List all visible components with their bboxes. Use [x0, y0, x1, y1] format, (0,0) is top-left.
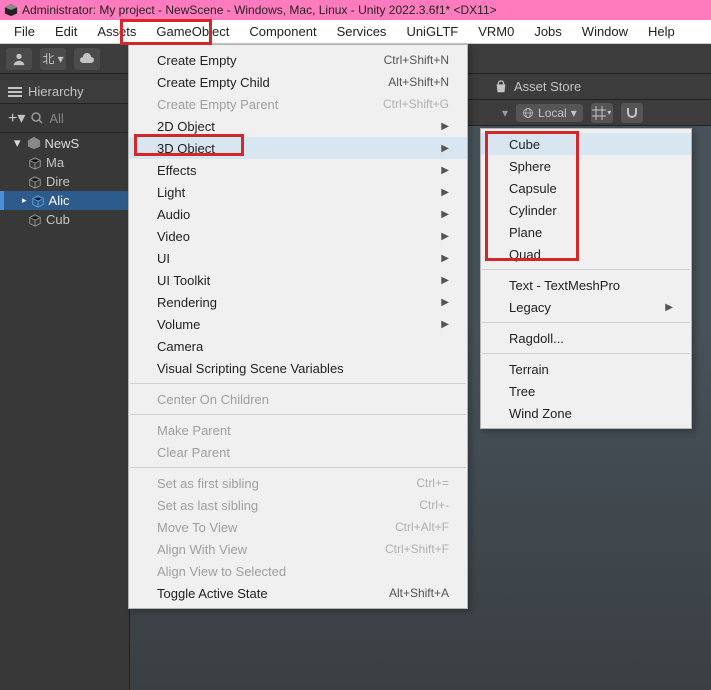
menu-unigltf[interactable]: UniGLTF	[396, 21, 468, 42]
gameobject-menu: Create EmptyCtrl+Shift+N Create Empty Ch…	[128, 44, 468, 609]
menu-tree[interactable]: Tree	[481, 380, 691, 402]
menu-2d-object[interactable]: 2D Object▶	[129, 115, 467, 137]
menu-jobs[interactable]: Jobs	[524, 21, 571, 42]
menu-create-empty-child[interactable]: Create Empty ChildAlt+Shift+N	[129, 71, 467, 93]
cursor-button[interactable]: 北 ▾	[40, 48, 66, 70]
account-button[interactable]	[6, 48, 32, 70]
menu-toggle-active[interactable]: Toggle Active StateAlt+Shift+A	[129, 582, 467, 604]
menu-legacy[interactable]: Legacy▶	[481, 296, 691, 318]
menu-center-children: Center On Children	[129, 388, 467, 410]
menu-set-first-sibling: Set as first siblingCtrl+=	[129, 472, 467, 494]
cloud-button[interactable]	[74, 48, 100, 70]
menu-file[interactable]: File	[4, 21, 45, 42]
menu-capsule[interactable]: Capsule	[481, 177, 691, 199]
cube-icon	[31, 194, 45, 208]
window-title: Administrator: My project - NewScene - W…	[22, 3, 497, 17]
search-icon	[31, 112, 43, 124]
unity-scene-icon	[27, 136, 41, 150]
scene-name: NewS	[45, 136, 80, 151]
menu-effects[interactable]: Effects▶	[129, 159, 467, 181]
hierarchy-header: Hierarchy	[0, 80, 129, 104]
magnet-icon	[626, 107, 638, 119]
menu-clear-parent: Clear Parent	[129, 441, 467, 463]
menu-camera[interactable]: Camera	[129, 335, 467, 357]
hierarchy-item-cub[interactable]: Cub	[0, 210, 129, 229]
menu-separator	[482, 322, 690, 323]
hierarchy-item-dire[interactable]: Dire	[0, 172, 129, 191]
menu-move-to-view: Move To ViewCtrl+Alt+F	[129, 516, 467, 538]
cube-icon	[28, 213, 42, 227]
menu-light[interactable]: Light▶	[129, 181, 467, 203]
menu-ragdoll[interactable]: Ragdoll...	[481, 327, 691, 349]
coord-space-dropdown[interactable]: Local▾	[516, 104, 583, 122]
unity-logo-icon	[4, 3, 18, 17]
menu-services[interactable]: Services	[327, 21, 397, 42]
hierarchy-icon	[8, 87, 22, 97]
menu-vssv[interactable]: Visual Scripting Scene Variables	[129, 357, 467, 379]
menu-create-empty[interactable]: Create EmptyCtrl+Shift+N	[129, 49, 467, 71]
menu-set-last-sibling: Set as last siblingCtrl+-	[129, 494, 467, 516]
hierarchy-item-alic[interactable]: ▸ Alic	[0, 191, 129, 210]
hierarchy-toolbar: +▾ All	[0, 104, 129, 133]
3d-object-submenu: Cube Sphere Capsule Cylinder Plane Quad …	[480, 128, 692, 429]
menu-terrain[interactable]: Terrain	[481, 358, 691, 380]
menu-ui-toolkit[interactable]: UI Toolkit▶	[129, 269, 467, 291]
menu-help[interactable]: Help	[638, 21, 685, 42]
menu-separator	[482, 269, 690, 270]
menu-gameobject[interactable]: GameObject	[146, 21, 239, 42]
cube-icon	[28, 175, 42, 189]
menu-cylinder[interactable]: Cylinder	[481, 199, 691, 221]
menu-windzone[interactable]: Wind Zone	[481, 402, 691, 424]
menu-cube[interactable]: Cube	[481, 133, 691, 155]
menu-align-with-view: Align With ViewCtrl+Shift+F	[129, 538, 467, 560]
menu-edit[interactable]: Edit	[45, 21, 87, 42]
menu-component[interactable]: Component	[239, 21, 326, 42]
hierarchy-panel: Hierarchy +▾ All ▾ NewS Ma Dire ▸ Alic	[0, 74, 130, 690]
menu-quad[interactable]: Quad	[481, 243, 691, 265]
menu-vrm0[interactable]: VRM0	[468, 21, 524, 42]
menu-separator	[130, 414, 466, 415]
globe-icon	[522, 107, 534, 119]
cube-icon	[28, 156, 42, 170]
menu-window[interactable]: Window	[572, 21, 638, 42]
hierarchy-search[interactable]: All	[49, 111, 63, 126]
tab-asset-store[interactable]: Asset Store	[494, 79, 581, 94]
snap-button[interactable]	[621, 103, 643, 123]
grid-icon	[592, 106, 606, 120]
menu-text-tmp[interactable]: Text - TextMeshPro	[481, 274, 691, 296]
menu-video[interactable]: Video▶	[129, 225, 467, 247]
hierarchy-title: Hierarchy	[28, 84, 84, 99]
menu-make-parent: Make Parent	[129, 419, 467, 441]
menu-rendering[interactable]: Rendering▶	[129, 291, 467, 313]
menu-separator	[482, 353, 690, 354]
menu-3d-object[interactable]: 3D Object▶	[129, 137, 467, 159]
window-titlebar: Administrator: My project - NewScene - W…	[0, 0, 711, 20]
menu-plane[interactable]: Plane	[481, 221, 691, 243]
menubar: File Edit Assets GameObject Component Se…	[0, 20, 711, 44]
menu-create-empty-parent: Create Empty ParentCtrl+Shift+G	[129, 93, 467, 115]
menu-separator	[130, 467, 466, 468]
grid-snap-button[interactable]: ▾	[591, 103, 613, 123]
bag-icon	[494, 80, 508, 94]
menu-ui[interactable]: UI▶	[129, 247, 467, 269]
menu-volume[interactable]: Volume▶	[129, 313, 467, 335]
hierarchy-item-ma[interactable]: Ma	[0, 153, 129, 172]
menu-assets[interactable]: Assets	[87, 21, 146, 42]
scene-row[interactable]: ▾ NewS	[0, 133, 129, 153]
menu-sphere[interactable]: Sphere	[481, 155, 691, 177]
add-button[interactable]: +▾	[8, 108, 25, 128]
menu-separator	[130, 383, 466, 384]
menu-align-view-selected: Align View to Selected	[129, 560, 467, 582]
menu-audio[interactable]: Audio▶	[129, 203, 467, 225]
